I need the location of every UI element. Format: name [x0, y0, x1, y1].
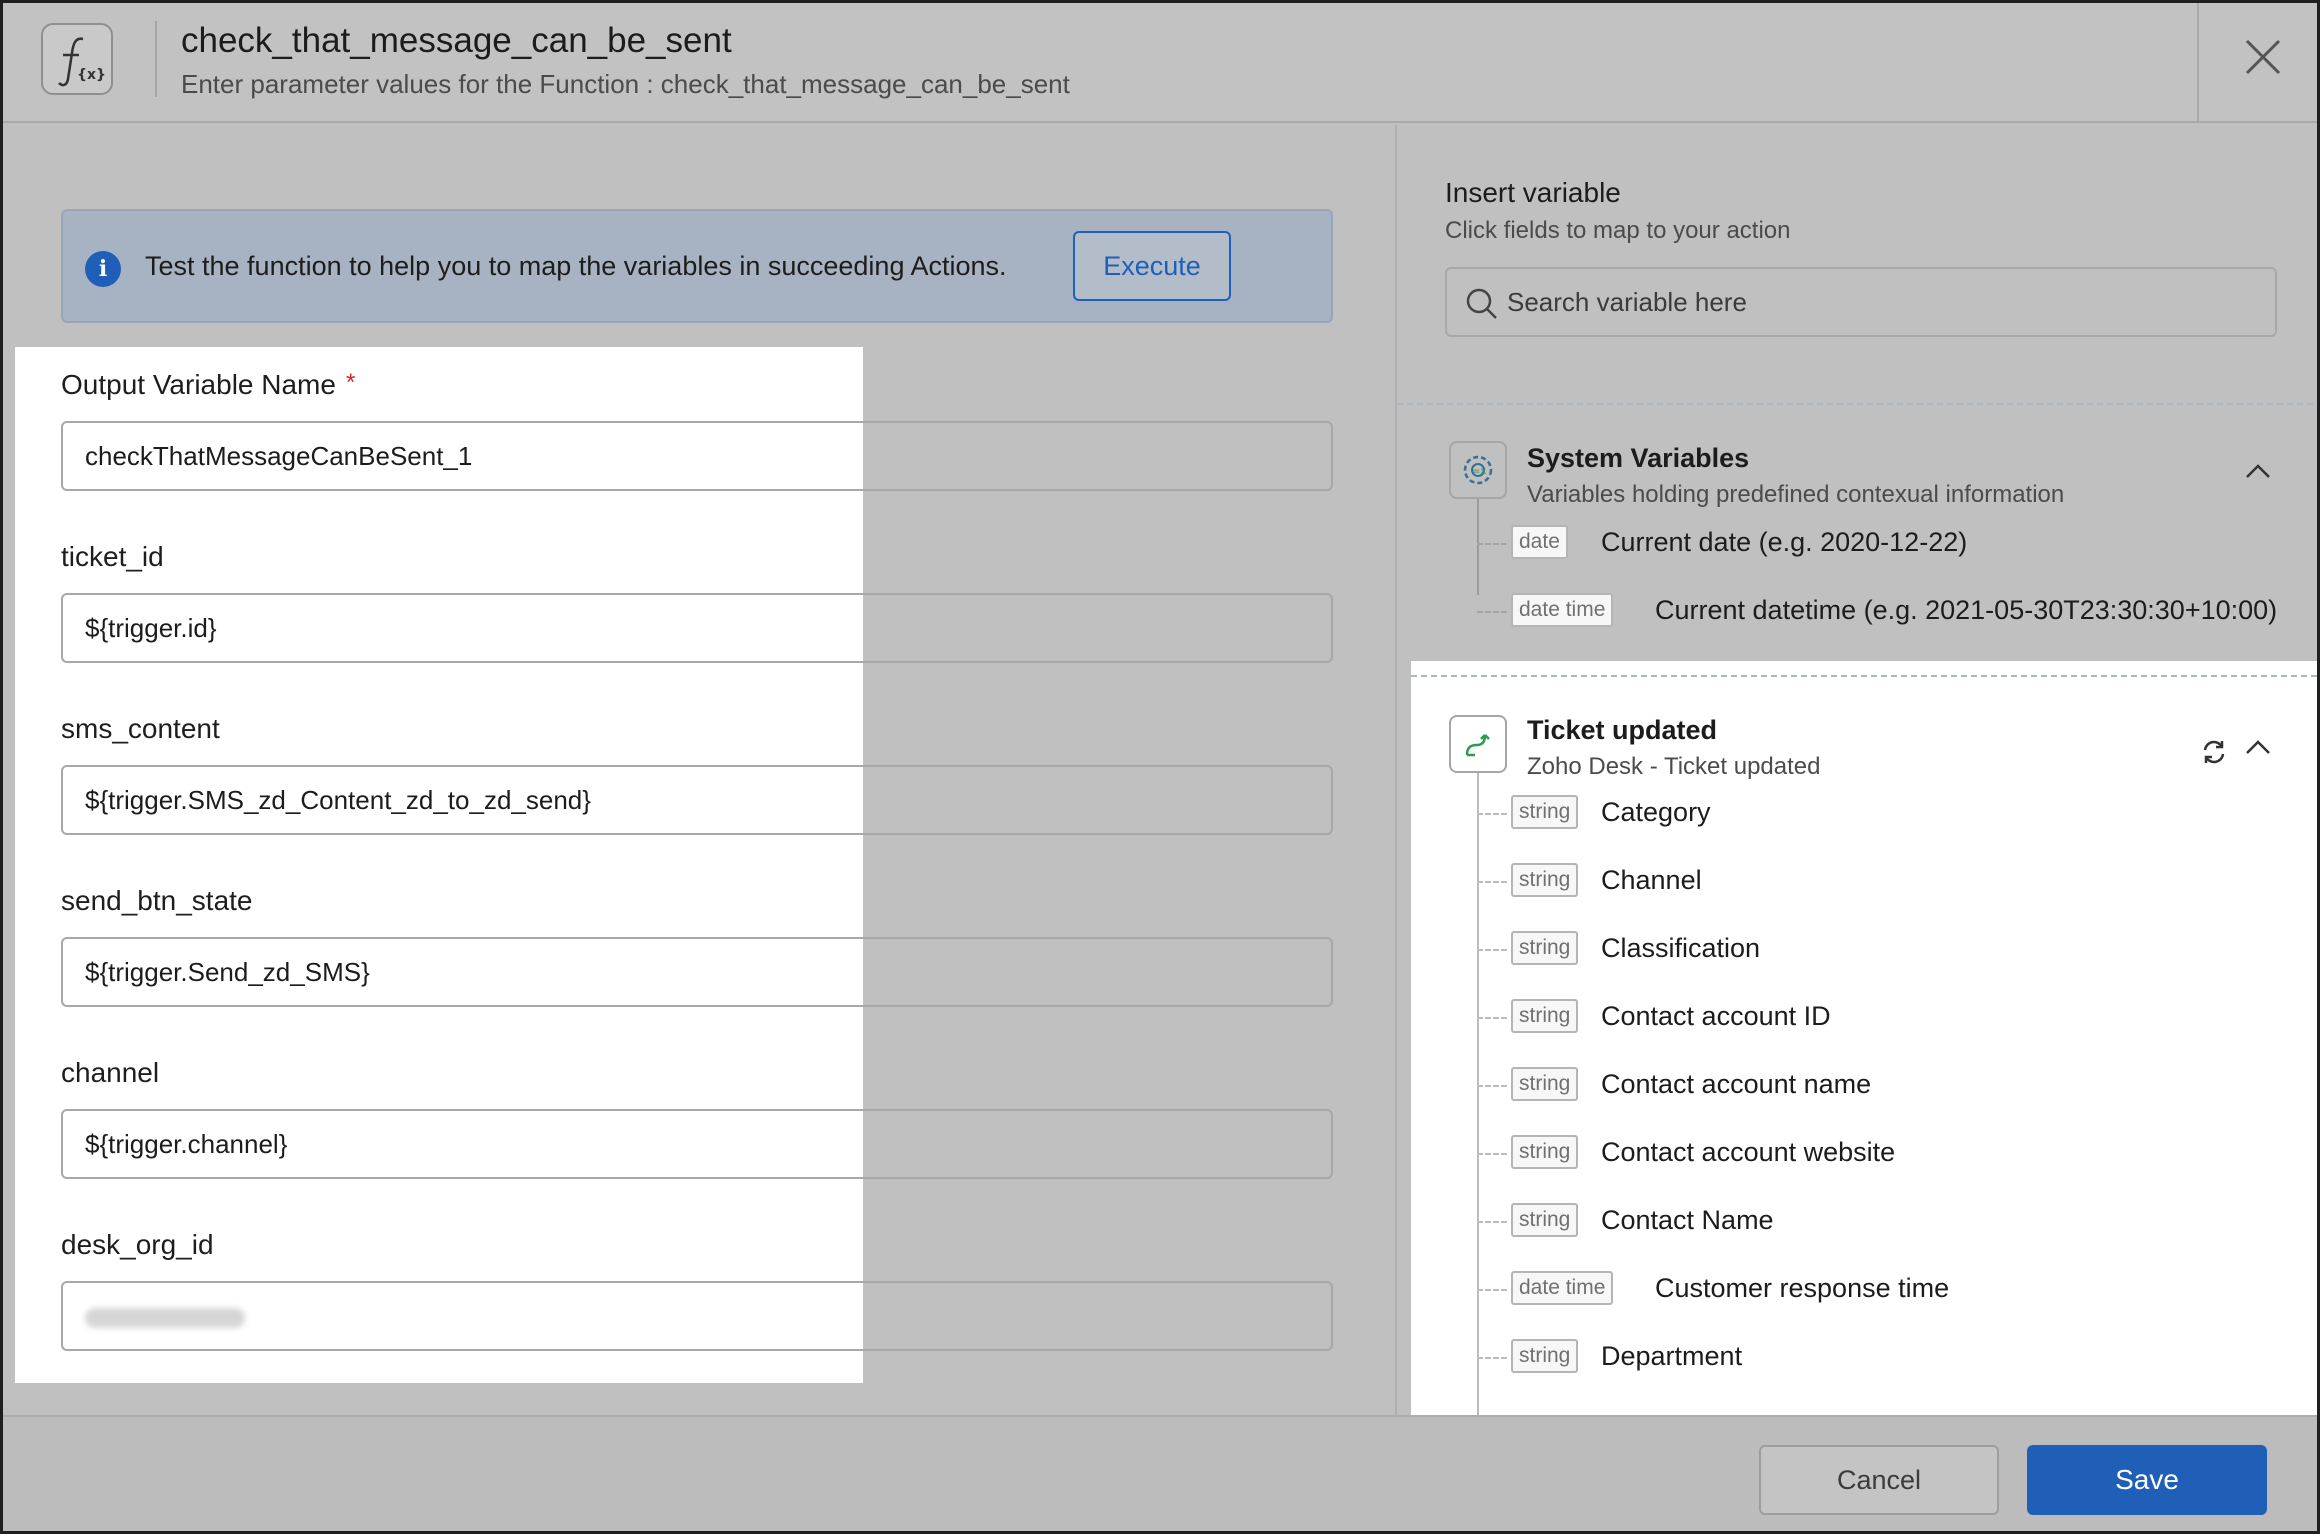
variable-name[interactable]: Category [1601, 795, 1711, 829]
function-parameters-dialog: {x} check_that_message_can_be_sent Enter… [0, 0, 2320, 1534]
field-label-text: Output Variable Name [61, 369, 336, 400]
type-badge: string [1511, 999, 1579, 1033]
variable-name[interactable]: Channel [1601, 863, 1702, 897]
field-label-ticket-id: ticket_id [61, 541, 164, 572]
section-separator [1397, 403, 2317, 405]
insert-variable-title: Insert variable [1445, 177, 1621, 208]
variable-name[interactable]: Current datetime (e.g. 2021-05-30T23:30:… [1655, 593, 2277, 627]
type-badge: date time [1511, 593, 1614, 627]
type-badge: string [1511, 863, 1579, 897]
ticket-updated-title: Ticket updated [1527, 715, 1718, 745]
type-badge: string [1511, 1067, 1579, 1101]
close-icon[interactable] [2241, 35, 2285, 79]
field-label-send-btn-state: send_btn_state [61, 885, 253, 916]
header-divider [155, 21, 157, 97]
dialog-title: check_that_message_can_be_sent [181, 21, 732, 60]
variable-name[interactable]: Current date (e.g. 2020-12-22) [1601, 525, 1967, 559]
function-icon: {x} [41, 23, 113, 95]
type-badge: date time [1511, 1271, 1614, 1305]
variable-name[interactable]: Contact Name [1601, 1203, 1774, 1237]
variable-name[interactable]: Customer response time [1655, 1271, 1949, 1305]
type-badge: string [1511, 1339, 1579, 1373]
svg-text:{x}: {x} [77, 67, 105, 83]
test-function-banner: i Test the function to help you to map t… [61, 209, 1333, 323]
variable-item[interactable]: date time Customer response time [1477, 1271, 2297, 1311]
variable-name[interactable]: Contact account name [1601, 1067, 1871, 1101]
banner-text: Test the function to help you to map the… [145, 251, 1007, 281]
variable-item[interactable]: date time Current datetime (e.g. 2021-05… [1477, 593, 2297, 633]
system-variables-title: System Variables [1527, 443, 1750, 473]
sms-content-input[interactable]: ${trigger.SMS_zd_Content_zd_to_zd_send} [61, 765, 1333, 835]
variable-search[interactable] [1445, 267, 2277, 337]
execute-button[interactable]: Execute [1073, 231, 1231, 301]
dialog-subtitle: Enter parameter values for the Function … [181, 69, 1070, 99]
gear-variable-icon: =x [1449, 441, 1507, 499]
redacted-value [85, 1308, 245, 1329]
variable-item[interactable]: string Contact Name [1477, 1203, 2297, 1243]
variable-item[interactable]: string Contact account ID [1477, 999, 2297, 1039]
variable-name[interactable]: Contact account website [1601, 1135, 1895, 1169]
variable-name[interactable]: Classification [1601, 931, 1760, 965]
field-label-channel: channel [61, 1057, 160, 1088]
required-marker: * [345, 369, 356, 396]
section-separator [1411, 675, 2317, 677]
variable-item[interactable]: date Current date (e.g. 2020-12-22) [1477, 525, 2297, 565]
variable-name[interactable]: Department [1601, 1339, 1742, 1373]
output-variable-input[interactable]: checkThatMessageCanBeSent_1 [61, 421, 1333, 491]
save-button[interactable]: Save [2027, 1445, 2267, 1515]
input-value: checkThatMessageCanBeSent_1 [85, 441, 473, 471]
variable-item[interactable]: string Department [1477, 1339, 2297, 1379]
variable-item[interactable]: string Contact account name [1477, 1067, 2297, 1107]
input-value: ${trigger.Send_zd_SMS} [85, 957, 370, 987]
ticket-updated-section: Ticket updated Zoho Desk - Ticket update… [1411, 661, 2317, 1415]
ticket-updated-subtitle: Zoho Desk - Ticket updated [1527, 753, 1821, 780]
field-label-sms-content: sms_content [61, 713, 220, 744]
input-value: ${trigger.id} [85, 613, 217, 643]
send-btn-state-input[interactable]: ${trigger.Send_zd_SMS} [61, 937, 1333, 1007]
type-badge: string [1511, 1135, 1579, 1169]
type-badge: string [1511, 795, 1579, 829]
variable-item[interactable]: string Channel [1477, 863, 2297, 903]
variable-item[interactable]: string Contact account website [1477, 1135, 2297, 1175]
chevron-up-icon[interactable] [2243, 461, 2273, 481]
field-label-output-variable: Output Variable Name * [61, 369, 355, 401]
close-separator [2197, 3, 2199, 123]
dialog-footer: Cancel Save [3, 1415, 2317, 1531]
type-badge: string [1511, 931, 1579, 965]
input-value: ${trigger.channel} [85, 1129, 288, 1159]
variable-item[interactable]: string Classification [1477, 931, 2297, 971]
info-icon: i [85, 251, 121, 287]
system-variables-subtitle: Variables holding predefined contexual i… [1527, 481, 2065, 508]
chevron-up-icon[interactable] [2243, 737, 2273, 757]
field-label-desk-org-id: desk_org_id [61, 1229, 214, 1260]
dialog-header: {x} check_that_message_can_be_sent Enter… [3, 3, 2317, 123]
svg-text:=x: =x [1472, 466, 1486, 477]
zoho-desk-icon [1449, 715, 1507, 773]
variable-item[interactable]: string Category [1477, 795, 2297, 835]
desk-org-id-input[interactable] [61, 1281, 1333, 1351]
form-highlight [15, 347, 863, 1383]
channel-input[interactable]: ${trigger.channel} [61, 1109, 1333, 1179]
parameters-panel: i Test the function to help you to map t… [3, 125, 1395, 1415]
search-icon [1466, 288, 1497, 319]
variable-name[interactable]: Contact account ID [1601, 999, 1831, 1033]
refresh-icon[interactable] [2199, 737, 2229, 767]
ticket-id-input[interactable]: ${trigger.id} [61, 593, 1333, 663]
cancel-button[interactable]: Cancel [1759, 1445, 1999, 1515]
insert-variable-subtitle: Click fields to map to your action [1445, 217, 1791, 244]
search-input[interactable] [1507, 269, 2247, 335]
input-value: ${trigger.SMS_zd_Content_zd_to_zd_send} [85, 785, 591, 815]
type-badge: string [1511, 1203, 1579, 1237]
type-badge: date [1511, 525, 1568, 559]
